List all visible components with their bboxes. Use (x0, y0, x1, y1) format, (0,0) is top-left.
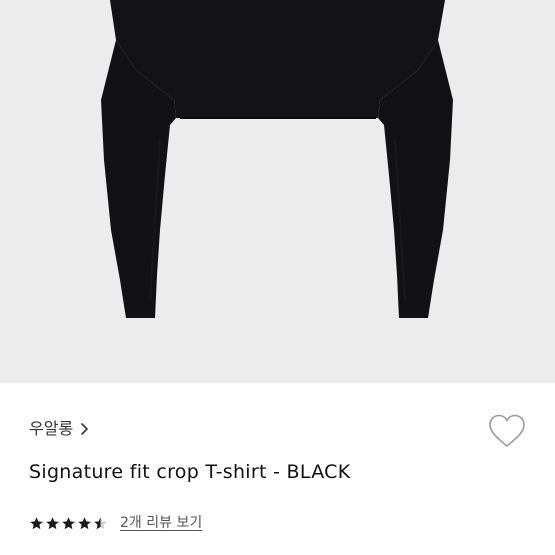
product-image[interactable] (0, 0, 555, 383)
product-title: Signature fit crop T-shirt - BLACK (29, 461, 351, 483)
product-page: 우알롱 Signature fit crop T-shirt - BLACK 2… (0, 0, 555, 555)
star-icon (78, 516, 91, 529)
crop-tshirt-photo (0, 0, 555, 383)
star-icon (30, 516, 43, 529)
half-star-icon (94, 516, 107, 529)
review-link[interactable]: 2개 리뷰 보기 (120, 514, 202, 532)
star-icon (46, 516, 59, 529)
chevron-right-icon (81, 423, 88, 435)
heart-outline-icon[interactable] (486, 411, 528, 451)
rating-row: 2개 리뷰 보기 (29, 514, 202, 532)
star-icon (62, 516, 75, 529)
product-info: 우알롱 Signature fit crop T-shirt - BLACK 2… (0, 383, 555, 555)
brand-link[interactable]: 우알롱 (29, 419, 91, 439)
brand-name: 우알롱 (29, 419, 74, 438)
rating-stars (29, 516, 108, 531)
